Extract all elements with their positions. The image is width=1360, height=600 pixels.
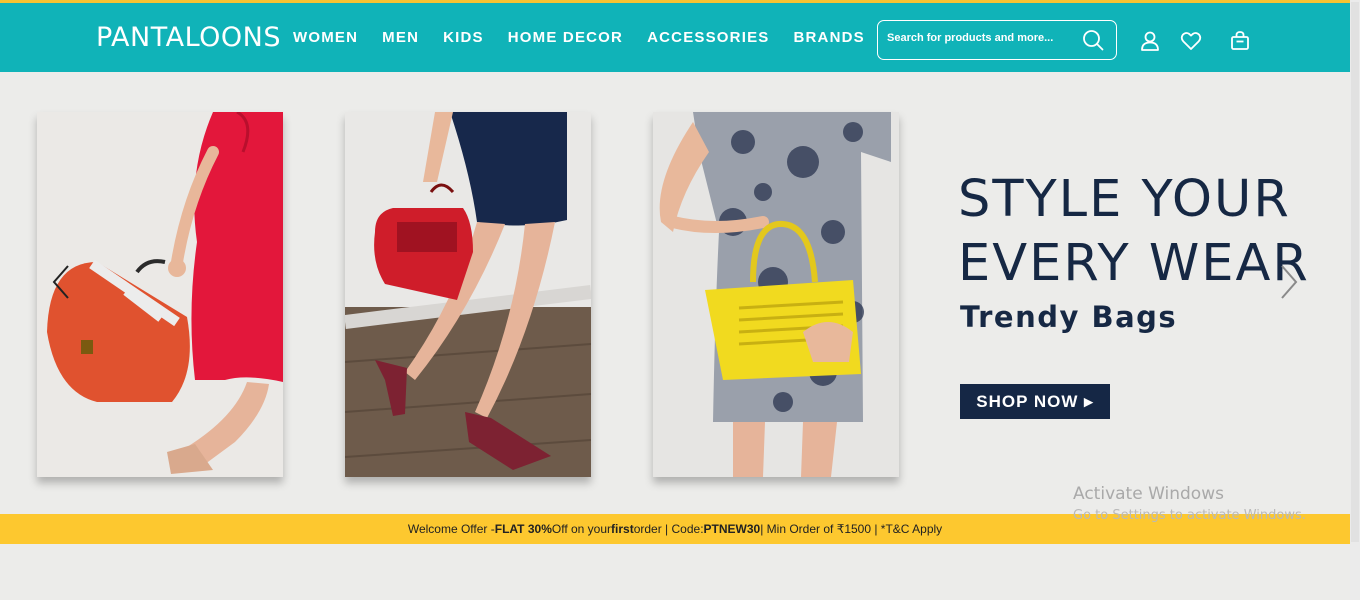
- offer-discount: FLAT 30%: [494, 522, 552, 536]
- nav-item-brands[interactable]: BRANDS: [793, 29, 864, 46]
- page: PANTALOONS WOMEN MEN KIDS HOME DECOR ACC…: [0, 0, 1360, 600]
- shop-now-button[interactable]: SHOP NOW ▸: [960, 384, 1110, 419]
- nav-item-women[interactable]: WOMEN: [293, 29, 358, 46]
- bag-icon[interactable]: [1229, 30, 1251, 52]
- hero-photo-yellow-handbag: [653, 112, 899, 477]
- heart-icon[interactable]: [1180, 30, 1202, 52]
- watermark-line2: Go to Settings to activate Windows.: [1073, 508, 1306, 523]
- offer-text-4: | Min Order of ₹1500 | *T&C Apply: [760, 522, 943, 536]
- search-box[interactable]: [877, 20, 1117, 60]
- main-nav: WOMEN MEN KIDS HOME DECOR ACCESSORIES BR…: [293, 29, 865, 46]
- search-input[interactable]: [887, 32, 1077, 44]
- search-icon[interactable]: [1082, 29, 1104, 51]
- hero-banner[interactable]: STYLE YOUR EVERY WEAR Trendy Bags SHOP N…: [0, 72, 1350, 514]
- pantaloons-logo[interactable]: PANTALOONS: [96, 22, 281, 53]
- offer-code: PTNEW30: [703, 522, 761, 536]
- user-icon[interactable]: [1139, 30, 1161, 52]
- nav-item-accessories[interactable]: ACCESSORIES: [647, 29, 769, 46]
- carousel-next-arrow-icon[interactable]: [1272, 262, 1302, 302]
- offer-text-2: Off on your: [551, 522, 612, 536]
- carousel-prev-arrow-icon[interactable]: [48, 262, 78, 302]
- offer-text-1: Welcome Offer -: [407, 522, 495, 536]
- nav-item-kids[interactable]: KIDS: [443, 29, 484, 46]
- hero-photo-red-handbag: [345, 112, 591, 477]
- activate-windows-watermark: Activate Windows Go to Settings to activ…: [1073, 484, 1306, 523]
- hero-headline-line2: EVERY WEAR: [958, 234, 1310, 293]
- hero-headline-line1: STYLE YOUR: [958, 170, 1291, 229]
- scrollbar-thumb[interactable]: [1351, 2, 1359, 542]
- watermark-line1: Activate Windows: [1073, 484, 1224, 504]
- offer-first: first: [611, 522, 634, 536]
- top-navigation-bar: PANTALOONS WOMEN MEN KIDS HOME DECOR ACC…: [0, 0, 1350, 72]
- nav-item-men[interactable]: MEN: [382, 29, 419, 46]
- offer-text-3: order | Code:: [633, 522, 704, 536]
- hero-subheading: Trendy Bags: [960, 300, 1178, 334]
- nav-item-home-decor[interactable]: HOME DECOR: [508, 29, 623, 46]
- hero-headline: STYLE YOUR EVERY WEAR: [958, 168, 1310, 296]
